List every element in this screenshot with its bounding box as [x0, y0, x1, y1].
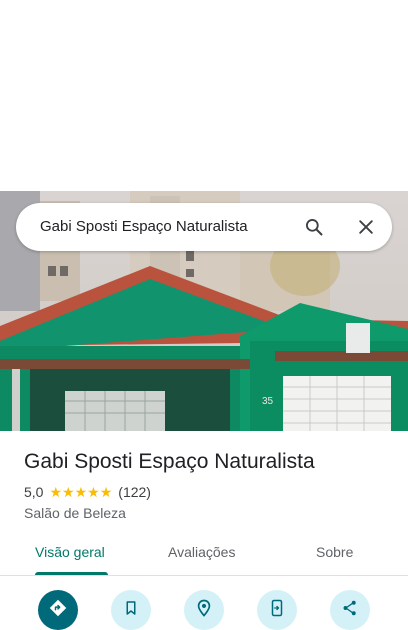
- search-icon[interactable]: [304, 217, 324, 237]
- directions-button[interactable]: [38, 590, 78, 630]
- tab-overview[interactable]: Visão geral: [35, 544, 105, 560]
- place-category[interactable]: Salão de Beleza: [24, 505, 126, 521]
- svg-text:35: 35: [262, 396, 274, 407]
- star-icon: ★: [49, 484, 63, 500]
- nearby-icon: [194, 598, 214, 623]
- tab-about[interactable]: Sobre: [316, 544, 353, 560]
- rating-value: 5,0: [24, 484, 44, 500]
- share-icon: [341, 599, 359, 622]
- save-bookmark-icon: [122, 599, 140, 622]
- star-icon: ★: [87, 484, 100, 500]
- review-count[interactable]: (122): [118, 484, 151, 500]
- star-icon: ★: [62, 484, 75, 500]
- star-icon: ★: [99, 484, 113, 500]
- search-input[interactable]: Gabi Sposti Espaço Naturalista: [40, 218, 248, 235]
- star-rating: ★ ★ ★ ★ ★: [49, 485, 112, 499]
- send-to-phone-button[interactable]: [257, 590, 297, 630]
- send-to-phone-icon: [268, 599, 286, 622]
- share-button[interactable]: [330, 590, 370, 630]
- nearby-button[interactable]: [184, 590, 224, 630]
- save-button[interactable]: [111, 590, 151, 630]
- search-bar[interactable]: Gabi Sposti Espaço Naturalista: [16, 203, 392, 251]
- close-icon[interactable]: [356, 217, 376, 237]
- tab-divider: [0, 575, 408, 576]
- directions-icon: [48, 598, 68, 623]
- rating-row[interactable]: 5,0 ★ ★ ★ ★ ★ (122): [24, 484, 151, 500]
- tab-reviews[interactable]: Avaliações: [168, 544, 235, 560]
- star-icon: ★: [74, 484, 88, 500]
- place-title: Gabi Sposti Espaço Naturalista: [24, 450, 315, 473]
